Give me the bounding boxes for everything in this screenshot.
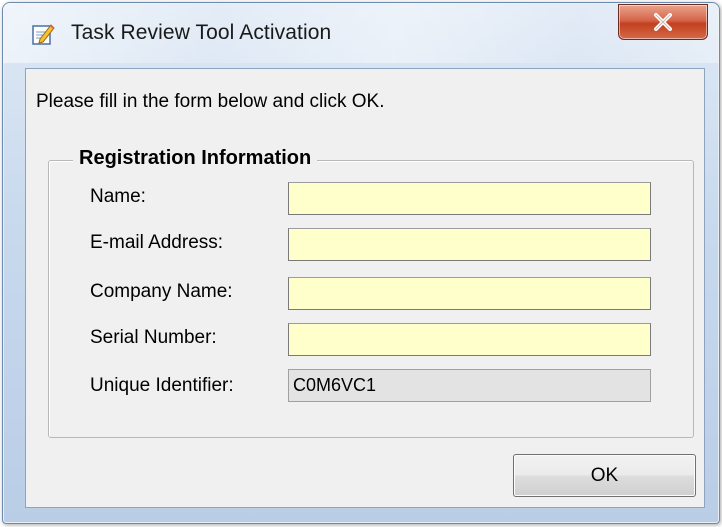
notepad-pencil-icon (31, 22, 55, 46)
company-name-input[interactable] (288, 277, 651, 310)
email-input[interactable] (288, 228, 651, 261)
ok-button[interactable]: OK (513, 454, 696, 497)
serial-number-label: Serial Number: (90, 327, 217, 348)
serial-number-input[interactable] (288, 323, 651, 356)
activation-dialog: Task Review Tool Activation Please fill … (2, 2, 720, 524)
title-bar[interactable]: Task Review Tool Activation (3, 3, 719, 69)
window-title: Task Review Tool Activation (71, 21, 332, 44)
unique-identifier-label: Unique Identifier: (90, 375, 234, 396)
dialog-body: Please fill in the form below and click … (25, 68, 705, 508)
name-input[interactable] (288, 182, 651, 215)
company-name-label: Company Name: (90, 281, 233, 302)
close-x-icon (652, 13, 674, 31)
name-label: Name: (90, 186, 146, 207)
groupbox-title: Registration Information (73, 147, 318, 170)
registration-groupbox: Registration Information Name: E-mail Ad… (48, 147, 694, 438)
close-button[interactable] (618, 4, 708, 40)
instruction-text: Please fill in the form below and click … (36, 91, 385, 112)
email-label: E-mail Address: (90, 232, 224, 253)
unique-identifier-field[interactable] (288, 369, 651, 402)
